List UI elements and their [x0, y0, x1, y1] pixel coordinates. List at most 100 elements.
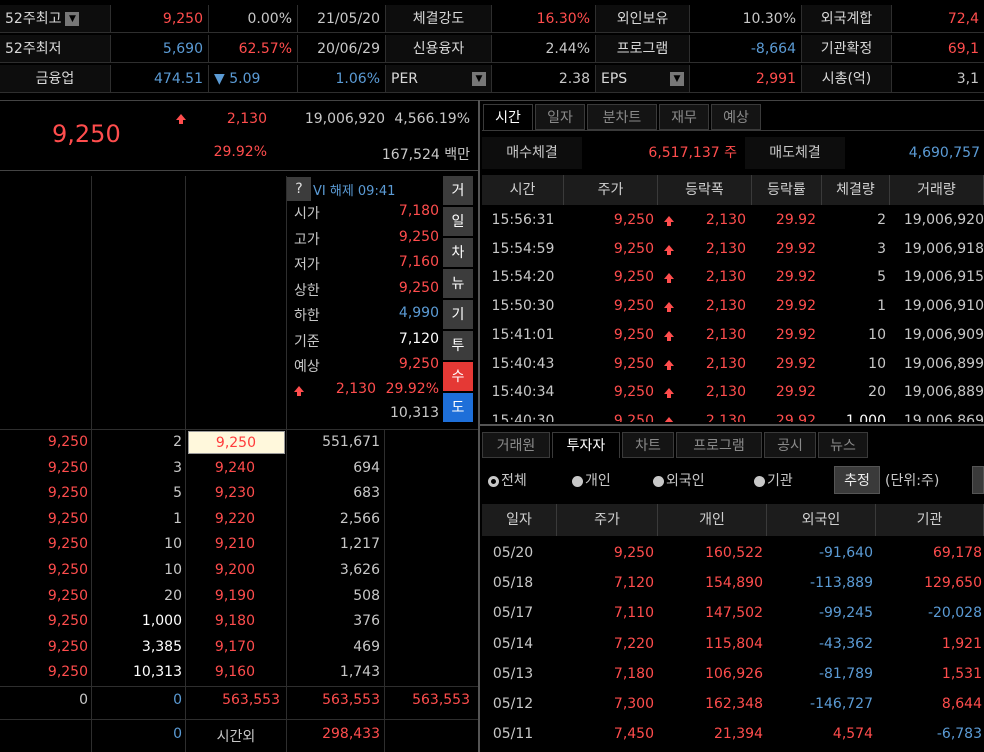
- trade-qty: 1: [173, 510, 182, 527]
- inst-confirm-label: 기관확정: [802, 35, 892, 63]
- bottom-tab-0[interactable]: 거래원: [482, 432, 550, 458]
- investor-header-cell[interactable]: 개인: [658, 504, 767, 536]
- dropdown-arrow-icon[interactable]: ▼: [65, 12, 80, 26]
- foreign-sum-value: 72,4: [892, 5, 984, 33]
- tab-2[interactable]: 분차트: [587, 104, 657, 130]
- bottom-tab-4[interactable]: 공시: [764, 432, 816, 458]
- radio-icon[interactable]: [754, 475, 765, 487]
- tick-pct: 29.92: [775, 412, 816, 422]
- 52w-low-pct: 62.57%: [209, 35, 298, 63]
- investor-date: 05/17: [492, 605, 534, 622]
- trade-row: 9,250 3,385 9,170 469: [0, 635, 478, 660]
- 52w-high-label[interactable]: 52주최고 ▼: [0, 5, 111, 33]
- trade-price: 9,250: [47, 587, 88, 604]
- tab-4[interactable]: 예상: [711, 104, 761, 130]
- bottom-tab-2[interactable]: 차트: [622, 432, 674, 458]
- side-tab-button[interactable]: 거: [443, 176, 473, 206]
- tick-row: 15:54:59 9,250 2,130 29.92 3 19,006,918: [482, 235, 984, 263]
- price-level[interactable]: 9,230: [186, 481, 285, 506]
- investor-individual: 106,926: [705, 665, 763, 682]
- investor-foreign: 4,574: [832, 726, 873, 743]
- eps-label[interactable]: EPS ▼: [596, 65, 690, 93]
- filter-foreign[interactable]: 외국인: [653, 470, 705, 492]
- side-tab-button[interactable]: 일: [443, 207, 473, 237]
- credit-label: 신용융자: [386, 35, 492, 63]
- total-c: 563,553: [222, 692, 280, 708]
- tab-3[interactable]: 재무: [659, 104, 709, 130]
- per-label[interactable]: PER ▼: [386, 65, 492, 93]
- side-tab-button[interactable]: 뉴: [443, 269, 473, 299]
- investor-date: 05/11: [492, 726, 534, 743]
- investor-row: 05/17 7,110 147,502 -99,245 -20,028: [482, 598, 984, 628]
- price-level[interactable]: 9,240: [186, 456, 285, 481]
- investor-institution: 129,650: [924, 575, 982, 592]
- side-tab-button[interactable]: 투: [443, 331, 473, 361]
- trade-row: 9,250 1 9,220 2,566: [0, 507, 478, 532]
- price-level[interactable]: 9,170: [186, 635, 285, 660]
- tick-header-cell[interactable]: 주가: [564, 175, 658, 205]
- filter-all[interactable]: 전체: [488, 470, 527, 492]
- tick-change: 2,130: [705, 212, 746, 228]
- tick-header-cell[interactable]: 체결량: [822, 175, 890, 205]
- sell-exec-label: 매도체결: [745, 137, 845, 169]
- radio-icon[interactable]: [572, 475, 583, 487]
- price-level[interactable]: 9,200: [186, 558, 285, 583]
- filter-institution[interactable]: 기관: [754, 470, 793, 492]
- side-tab-button[interactable]: 기: [443, 300, 473, 330]
- investor-header-cell[interactable]: 기관: [876, 504, 984, 536]
- investor-header-cell[interactable]: 주가: [557, 504, 658, 536]
- estimate-button[interactable]: 추정: [834, 466, 880, 494]
- price-change: 2,130: [226, 111, 267, 127]
- price-level[interactable]: 9,220: [186, 507, 285, 532]
- tab-0[interactable]: 시간: [483, 104, 533, 130]
- help-button[interactable]: ?: [287, 177, 311, 201]
- trade-amount: 167,524 백만: [381, 147, 470, 163]
- tick-volume: 19,006,889: [903, 384, 984, 401]
- cumulative-volume: 376: [353, 613, 380, 630]
- info-value: 7,120: [398, 330, 439, 347]
- trade-row: 9,250 10 9,210 1,217: [0, 532, 478, 557]
- price-level[interactable]: 9,210: [186, 532, 285, 557]
- scroll-button[interactable]: [972, 466, 984, 494]
- price-level[interactable]: 9,190: [186, 584, 285, 609]
- dropdown-arrow-icon[interactable]: ▼: [472, 72, 486, 86]
- trade-qty: 3: [173, 459, 182, 476]
- info-value: 9,250: [398, 228, 439, 245]
- dropdown-arrow-icon[interactable]: ▼: [670, 72, 684, 86]
- info-label: 기준: [294, 333, 320, 350]
- tab-1[interactable]: 일자: [535, 104, 585, 130]
- radio-selected-icon[interactable]: [488, 475, 499, 487]
- investor-foreign: -113,889: [810, 575, 873, 592]
- tick-qty: 5: [877, 269, 886, 286]
- bottom-tab-3[interactable]: 프로그램: [676, 432, 762, 458]
- sell-exec-value: 4,690,757: [908, 145, 980, 161]
- bottom-tab-5[interactable]: 뉴스: [818, 432, 868, 458]
- tick-header-cell[interactable]: 등락률: [752, 175, 822, 205]
- price-level[interactable]: 9,250: [188, 431, 285, 454]
- investor-header-cell[interactable]: 외국인: [767, 504, 876, 536]
- total-b: 0: [173, 692, 182, 708]
- tick-price: 9,250: [613, 384, 654, 401]
- filter-individual[interactable]: 개인: [572, 470, 611, 492]
- cumulative-volume: 3,626: [339, 562, 380, 578]
- tick-pct: 29.92: [775, 212, 816, 228]
- total-d: 563,553: [322, 692, 380, 708]
- price-level[interactable]: 9,160: [186, 660, 285, 685]
- investor-header-cell[interactable]: 일자: [482, 504, 557, 536]
- 52w-high-price: 9,250: [111, 5, 209, 33]
- bottom-tab-1[interactable]: 투자자: [552, 432, 620, 458]
- tick-change: 2,130: [705, 384, 746, 401]
- info-label: 하한: [294, 308, 320, 324]
- tick-header-cell[interactable]: 시간: [482, 175, 564, 205]
- price-level[interactable]: 9,180: [186, 609, 285, 634]
- sector-change: ▼ 5.09: [209, 65, 298, 93]
- filter-all-label: 전체: [501, 473, 527, 489]
- radio-icon[interactable]: [653, 475, 664, 487]
- tick-qty: 3: [877, 240, 886, 257]
- tick-header-cell[interactable]: 등락폭: [658, 175, 752, 205]
- side-tab-button[interactable]: 도: [443, 393, 473, 423]
- side-tab-button[interactable]: 수: [443, 362, 473, 392]
- tick-header-cell[interactable]: 거래량: [890, 175, 984, 205]
- per-label-text: PER: [391, 71, 419, 87]
- side-tab-button[interactable]: 차: [443, 238, 473, 268]
